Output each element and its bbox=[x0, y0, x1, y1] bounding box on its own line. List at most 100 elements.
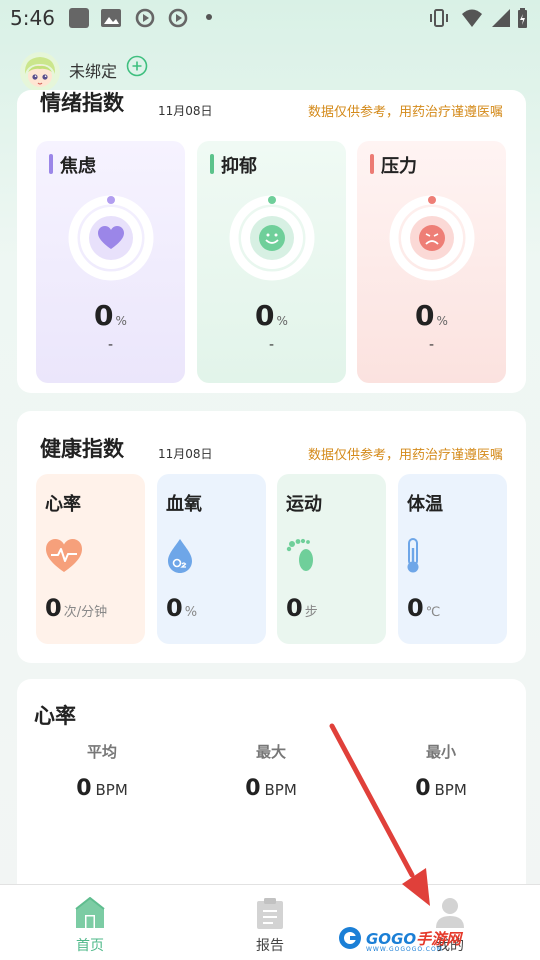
oxygen-drop-icon bbox=[168, 539, 192, 573]
depression-gauge bbox=[228, 194, 316, 282]
emotion-tile-label: 抑郁 bbox=[221, 156, 257, 177]
thermometer-icon bbox=[407, 538, 419, 573]
health-tile-blood-oxygen[interactable]: 血氧 0% bbox=[157, 474, 266, 644]
value-unit: % bbox=[184, 605, 198, 620]
stress-sub: - bbox=[428, 337, 435, 353]
value-unit: 步 bbox=[304, 605, 318, 620]
emotion-card-date: 11月08日 bbox=[158, 104, 213, 118]
notification-dot bbox=[206, 14, 212, 20]
value-number: 0 bbox=[415, 776, 431, 801]
anxiety-gauge bbox=[67, 194, 155, 282]
media-play-icon bbox=[135, 8, 155, 28]
battery-icon bbox=[518, 8, 527, 28]
heart-rate-stat-max: 最大 0 BPM bbox=[201, 741, 341, 801]
stat-label: 最小 bbox=[425, 743, 456, 761]
bind-status-label: 未绑定 bbox=[69, 62, 118, 81]
report-clipboard-icon bbox=[257, 898, 283, 929]
value-number: 0 bbox=[286, 594, 303, 622]
emotion-tile-label: 压力 bbox=[381, 156, 417, 177]
sad-face-icon bbox=[419, 225, 445, 251]
value-number: 0 bbox=[166, 594, 183, 622]
value-unit: ℃ bbox=[425, 605, 441, 620]
value-number: 0 bbox=[415, 299, 435, 332]
value-number: 0 bbox=[45, 594, 62, 622]
value-unit: 次/分钟 bbox=[63, 605, 108, 620]
emotion-tile-stress[interactable]: 压力 0% - bbox=[357, 141, 506, 383]
app-square-icon bbox=[69, 8, 89, 28]
nav-item-home[interactable]: 首页 bbox=[45, 895, 135, 957]
depression-sub: - bbox=[268, 337, 275, 353]
value-unit: % bbox=[436, 314, 448, 328]
value-number: 0 bbox=[255, 299, 275, 332]
value-unit: % bbox=[115, 314, 127, 328]
stat-value: 0 BPM bbox=[32, 776, 172, 801]
stat-value: 0 BPM bbox=[201, 776, 341, 801]
heart-rate-value: 0 次/分钟 bbox=[45, 594, 107, 622]
health-tile-exercise[interactable]: 运动 0步 bbox=[277, 474, 386, 644]
avatar[interactable] bbox=[20, 52, 60, 92]
health-tile-label: 血氧 bbox=[166, 494, 202, 515]
health-card-note: 数据仅供参考，用药治疗谨遵医嘱 bbox=[307, 448, 503, 463]
image-icon bbox=[101, 9, 121, 27]
emotion-card-note: 数据仅供参考，用药治疗谨遵医嘱 bbox=[307, 105, 503, 120]
avatar-image bbox=[20, 52, 60, 92]
depression-value: 0% bbox=[197, 299, 346, 332]
health-index-card[interactable]: 健康指数 11月08日 数据仅供参考，用药治疗谨遵医嘱 心率 0 次/分钟 血氧 … bbox=[17, 411, 526, 663]
signal-icon bbox=[492, 9, 510, 27]
value-unit: BPM bbox=[434, 781, 467, 799]
value-unit: BPM bbox=[95, 781, 128, 799]
health-card-title: 健康指数 bbox=[40, 437, 124, 461]
footprints-icon bbox=[286, 538, 313, 571]
exercise-value: 0步 bbox=[286, 594, 318, 622]
emotion-tile-label: 焦虑 bbox=[60, 156, 96, 177]
plus-circle-icon[interactable] bbox=[126, 55, 148, 77]
stress-gauge bbox=[388, 194, 476, 282]
stat-label: 最大 bbox=[255, 743, 286, 761]
health-tile-label: 心率 bbox=[45, 494, 81, 515]
wifi-icon bbox=[462, 9, 482, 27]
value-number: 0 bbox=[407, 594, 424, 622]
health-tile-label: 体温 bbox=[407, 494, 443, 515]
status-time: 5:46 bbox=[10, 6, 55, 30]
nav-item-report[interactable]: 报告 bbox=[225, 895, 315, 957]
smile-icon bbox=[259, 225, 285, 251]
site-watermark: GOGO手游网 WWW.GOGOGO.COM bbox=[336, 924, 471, 954]
app-header: 未绑定 bbox=[0, 44, 540, 94]
stat-value: 0 BPM bbox=[371, 776, 511, 801]
heart-pulse-icon bbox=[46, 539, 82, 572]
heart-rate-stat-min: 最小 0 BPM bbox=[371, 741, 511, 801]
value-unit: BPM bbox=[264, 781, 297, 799]
temperature-value: 0 ℃ bbox=[407, 594, 440, 622]
emotion-tile-depression[interactable]: 抑郁 0% - bbox=[197, 141, 346, 383]
stat-label: 平均 bbox=[86, 743, 117, 761]
nav-label-home: 首页 bbox=[76, 938, 104, 954]
anxiety-value: 0% bbox=[36, 299, 185, 332]
vibrate-icon bbox=[430, 9, 448, 27]
tile-accent-bar bbox=[210, 154, 214, 174]
value-number: 0 bbox=[94, 299, 114, 332]
status-bar: 5:46 bbox=[0, 0, 540, 36]
emotion-card-title: 情绪指数 bbox=[40, 91, 124, 115]
health-tile-temperature[interactable]: 体温 0 ℃ bbox=[398, 474, 507, 644]
watermark-logo bbox=[339, 927, 361, 949]
heart-rate-stat-average: 平均 0 BPM bbox=[32, 741, 172, 801]
anxiety-sub: - bbox=[107, 337, 114, 353]
home-icon bbox=[75, 897, 105, 928]
value-number: 0 bbox=[76, 776, 92, 801]
heart-rate-card-title: 心率 bbox=[34, 704, 76, 728]
emotion-tile-anxiety[interactable]: 焦虑 0% - bbox=[36, 141, 185, 383]
tile-accent-bar bbox=[49, 154, 53, 174]
watermark-sub: WWW.GOGOGO.COM bbox=[366, 946, 443, 953]
value-number: 0 bbox=[245, 776, 261, 801]
value-unit: % bbox=[276, 314, 288, 328]
stress-value: 0% bbox=[357, 299, 506, 332]
health-card-date: 11月08日 bbox=[158, 447, 213, 461]
tile-accent-bar bbox=[370, 154, 374, 174]
emotion-index-card[interactable]: 情绪指数 11月08日 数据仅供参考，用药治疗谨遵医嘱 焦虑 0% - 抑郁 0… bbox=[17, 90, 526, 393]
health-tile-heart-rate[interactable]: 心率 0 次/分钟 bbox=[36, 474, 145, 644]
health-tile-label: 运动 bbox=[286, 494, 322, 515]
media-sync-icon bbox=[168, 8, 188, 28]
nav-label-report: 报告 bbox=[256, 938, 284, 954]
blood-oxygen-value: 0% bbox=[166, 594, 197, 622]
heart-icon bbox=[98, 226, 124, 249]
